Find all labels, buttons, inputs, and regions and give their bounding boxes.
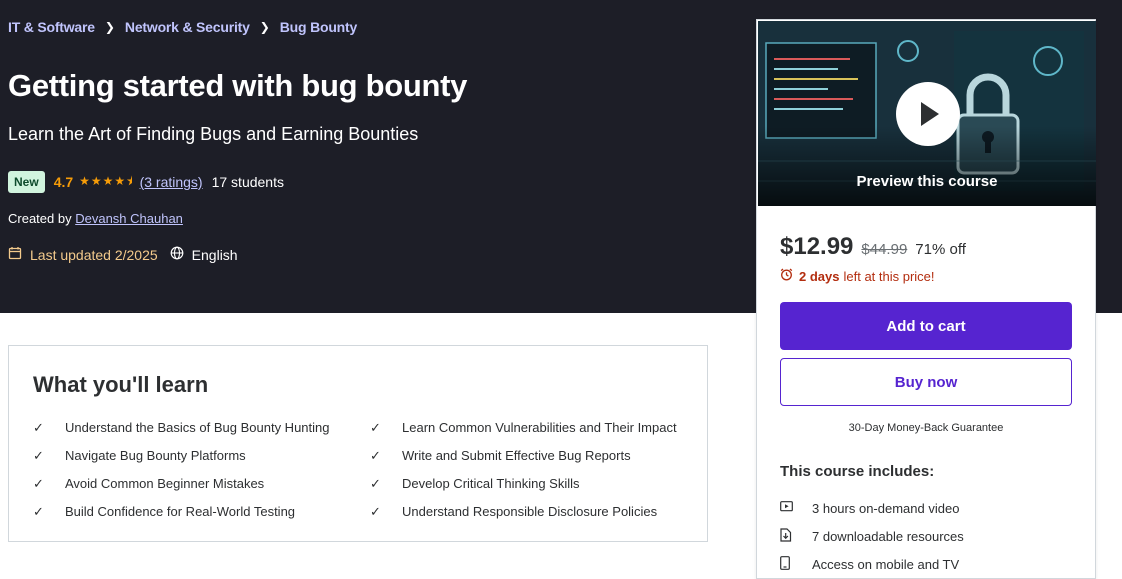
includes-item: 7 downloadable resources: [780, 522, 964, 550]
course-language: English: [191, 246, 238, 263]
chevron-right-icon: ❯: [259, 20, 270, 34]
check-icon: ✓: [370, 503, 381, 519]
add-to-cart-button[interactable]: Add to cart: [780, 302, 1072, 350]
timer-days: 2 days: [799, 268, 840, 284]
money-back-guarantee: 30-Day Money-Back Guarantee: [848, 422, 1004, 434]
buy-now-button[interactable]: Buy now: [780, 358, 1072, 406]
learn-item-label: Develop Critical Thinking Skills: [402, 476, 580, 491]
video-icon: [780, 500, 812, 516]
course-meta: Last updated 2/2025 English: [8, 246, 238, 263]
what-you-learn-title: What you'll learn: [33, 372, 209, 397]
learn-item-label: Learn Common Vulnerabilities and Their I…: [402, 420, 677, 435]
includes-item: 3 hours on-demand video: [780, 494, 964, 522]
learn-item: ✓ Learn Common Vulnerabilities and Their …: [370, 418, 690, 437]
discount-percent: 71% off: [915, 241, 966, 258]
check-icon: ✓: [33, 503, 44, 519]
alarm-clock-icon: [780, 268, 793, 284]
course-subtitle: Learn the Art of Finding Bugs and Earnin…: [8, 124, 419, 144]
breadcrumb-network-security[interactable]: Network & Security: [125, 19, 250, 35]
course-includes-list: 3 hours on-demand video 7 downloadable r…: [780, 494, 964, 578]
ratings-count-link[interactable]: (3 ratings): [140, 174, 203, 190]
what-you-learn-box: What you'll learn ✓ Understand the Basics…: [8, 345, 708, 542]
learn-item-label: Understand the Basics of Bug Bounty Hunt…: [65, 420, 330, 435]
created-by-label: Created by: [8, 211, 72, 226]
course-preview[interactable]: Preview this course: [758, 21, 1096, 206]
preview-label[interactable]: Preview this course: [758, 173, 1096, 190]
original-price: $44.99: [861, 241, 908, 258]
learn-item-label: Write and Submit Effective Bug Reports: [402, 448, 631, 463]
check-icon: ✓: [33, 475, 44, 491]
check-icon: ✓: [370, 447, 381, 463]
check-icon: ✓: [33, 419, 44, 435]
learn-item-label: Understand Responsible Disclosure Polici…: [402, 504, 658, 519]
learn-item: ✓ Understand the Basics of Bug Bounty Hun…: [33, 418, 370, 437]
includes-label: 3 hours on-demand video: [812, 500, 960, 516]
author-link[interactable]: Devansh Chauhan: [75, 211, 183, 226]
timer-text: left at this price!: [843, 268, 935, 284]
globe-icon: [170, 246, 184, 263]
check-icon: ✓: [370, 475, 381, 491]
rating-value: 4.7: [53, 174, 74, 190]
rating-row: New 4.7 ★★★★⯨ (3 ratings) 17 students: [8, 171, 284, 193]
includes-item: Access on mobile and TV: [780, 550, 964, 578]
price-timer: 2 days left at this price!: [780, 268, 935, 284]
breadcrumb-bug-bounty[interactable]: Bug Bounty: [280, 19, 358, 35]
learn-item: ✓ Build Confidence for Real-World Testing: [33, 502, 370, 521]
learn-item-label: Navigate Bug Bounty Platforms: [65, 448, 246, 463]
learn-item: ✓ Develop Critical Thinking Skills: [370, 474, 690, 493]
learn-item-label: Build Confidence for Real-World Testing: [65, 504, 296, 519]
learn-item-label: Avoid Common Beginner Mistakes: [65, 476, 265, 491]
course-title: Getting started with bug bounty: [8, 68, 468, 103]
play-icon[interactable]: [896, 82, 960, 146]
learn-item: ✓ Navigate Bug Bounty Platforms: [33, 446, 370, 465]
learn-list: ✓ Understand the Basics of Bug Bounty Hun…: [33, 418, 693, 521]
chevron-right-icon: ❯: [104, 20, 115, 34]
students-count: 17 students: [211, 174, 284, 190]
learn-item: ✓ Avoid Common Beginner Mistakes: [33, 474, 370, 493]
created-by: Created by Devansh Chauhan: [8, 211, 183, 226]
download-file-icon: [780, 527, 812, 545]
star-rating-icon: ★★★★⯨: [79, 173, 134, 188]
breadcrumb: IT & Software ❯ Network & Security ❯ Bug…: [8, 19, 357, 35]
check-icon: ✓: [33, 447, 44, 463]
last-updated: Last updated 2/2025: [30, 246, 158, 263]
course-includes-title: This course includes:: [780, 463, 935, 480]
breadcrumb-it-software[interactable]: IT & Software: [8, 19, 95, 35]
current-price: $12.99: [780, 233, 854, 260]
includes-label: 7 downloadable resources: [812, 528, 964, 544]
price-row: $12.99 $44.99 71% off: [780, 233, 966, 261]
calendar-icon: [8, 246, 22, 263]
learn-item: ✓ Write and Submit Effective Bug Reports: [370, 446, 690, 465]
mobile-icon: [780, 555, 812, 573]
new-badge: New: [8, 171, 45, 193]
purchase-card: Preview this course $12.99 $44.99 71% of…: [756, 19, 1096, 579]
check-icon: ✓: [370, 419, 381, 435]
learn-item: ✓ Understand Responsible Disclosure Polic…: [370, 502, 690, 521]
